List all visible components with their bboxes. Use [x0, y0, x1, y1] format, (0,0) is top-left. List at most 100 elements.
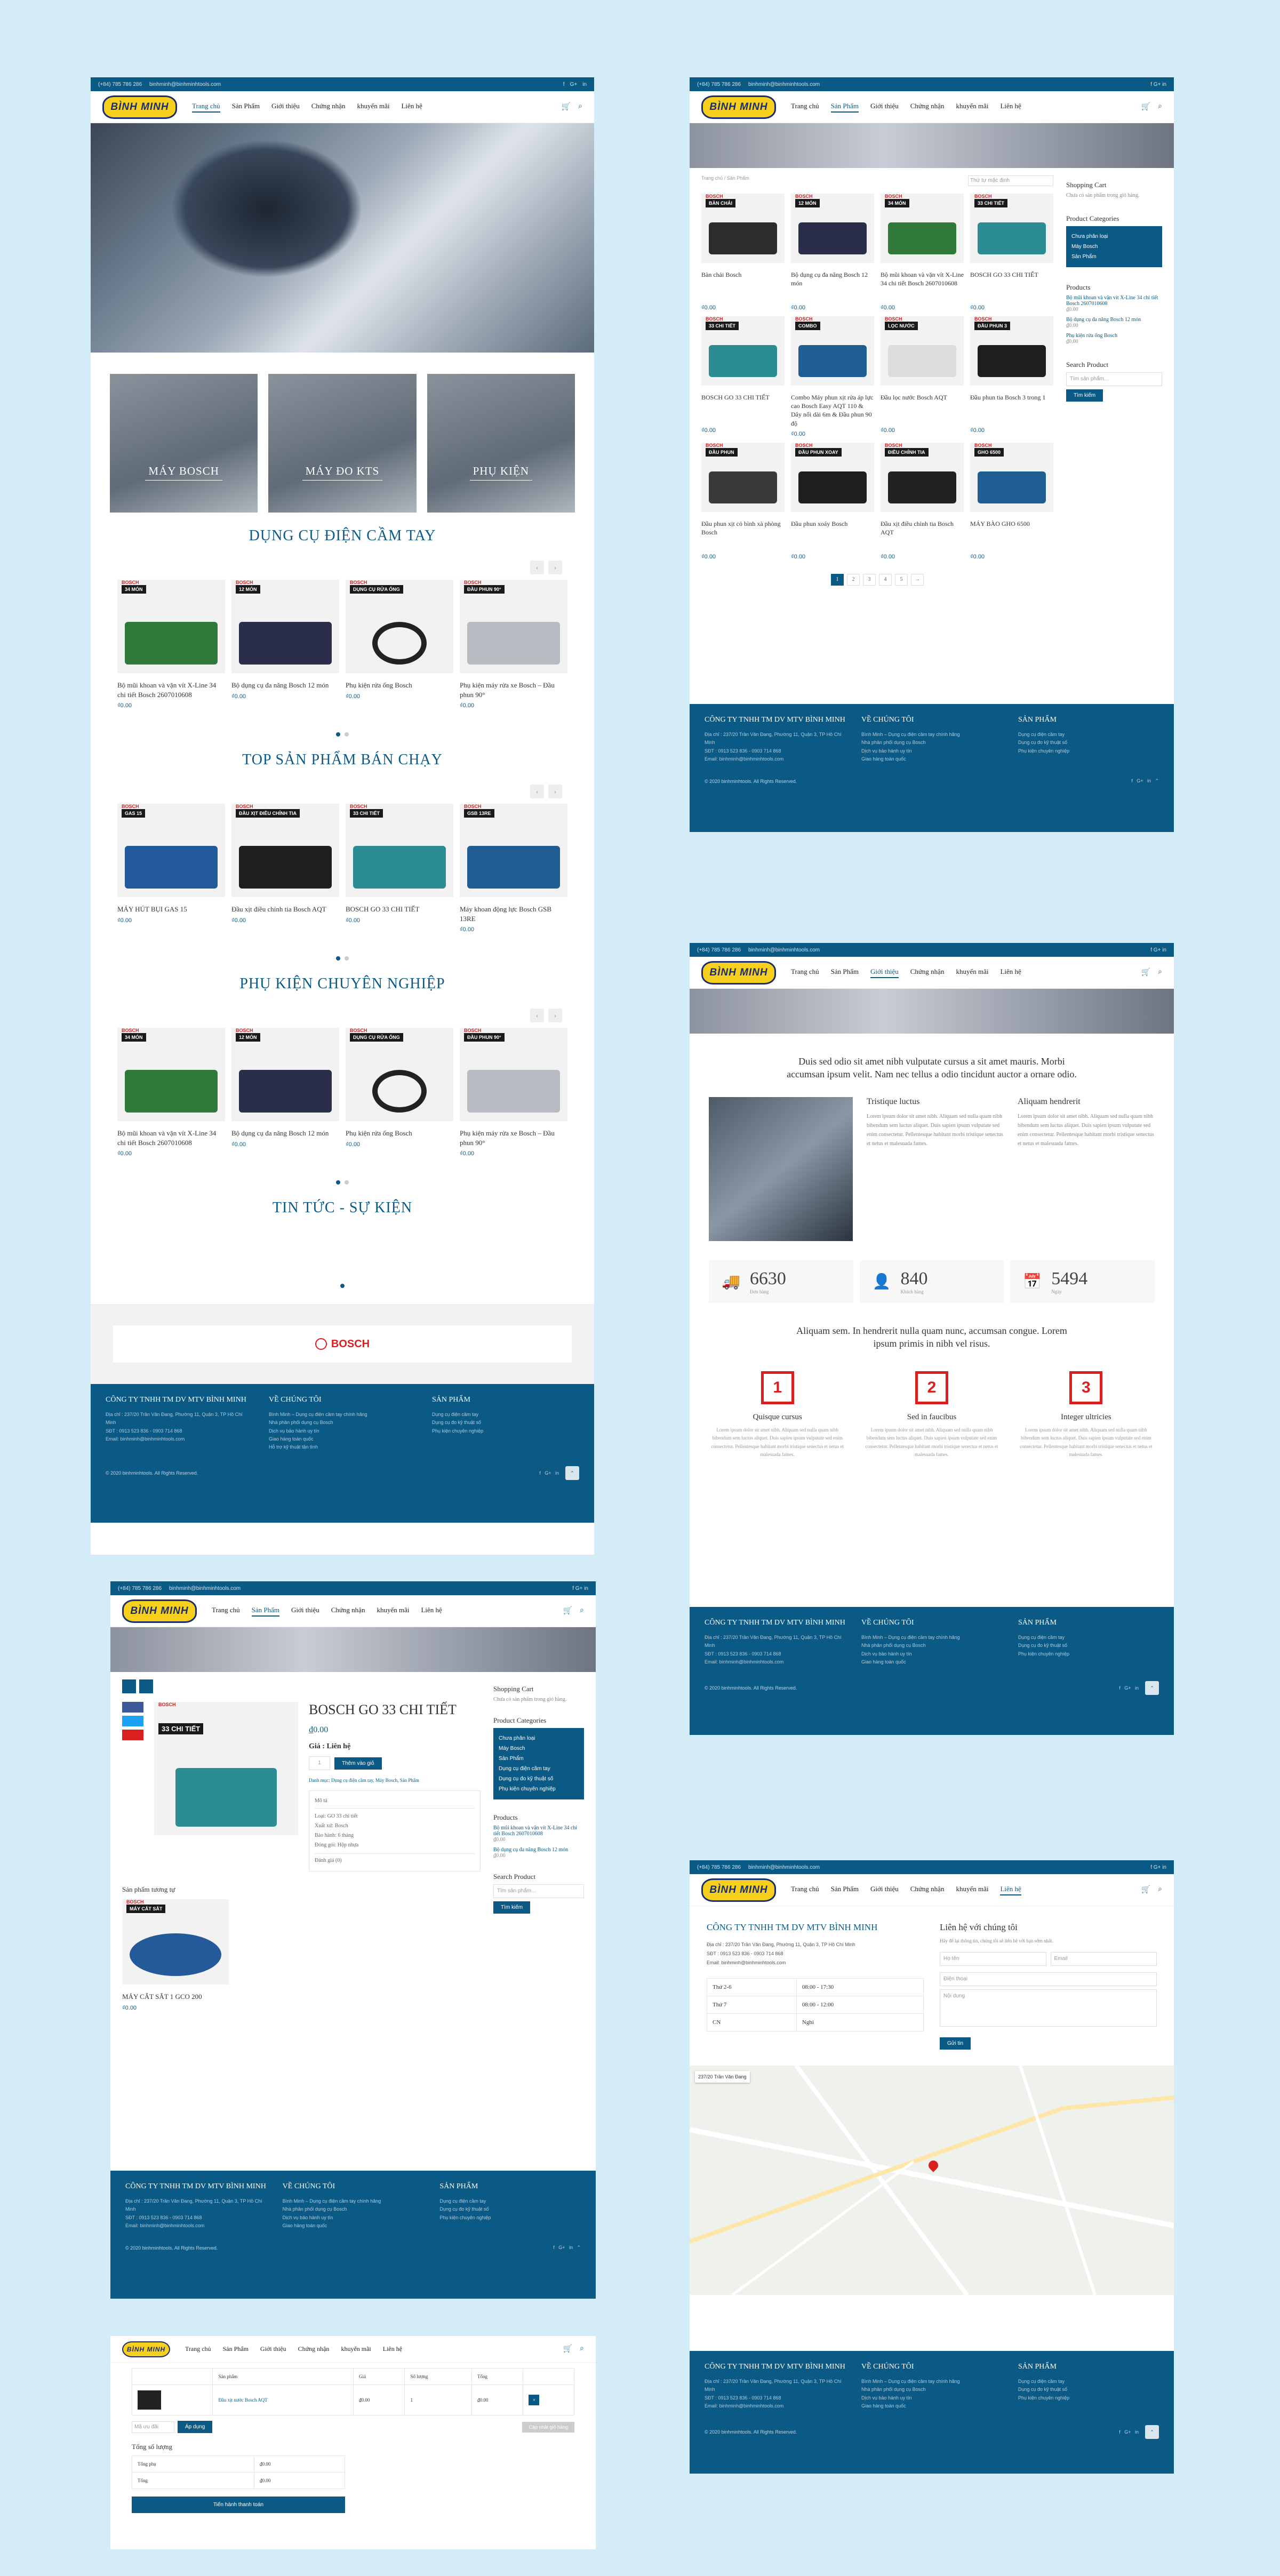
apply-coupon-button[interactable]: Áp dụng [178, 2421, 213, 2433]
cart-thumb[interactable] [138, 2390, 161, 2410]
menu-about[interactable]: Giới thiệu [870, 102, 899, 113]
footer-link[interactable]: Dịch vụ bảo hành uy tín [269, 1427, 416, 1435]
menu-promotions[interactable]: khuyến mãi [377, 1606, 409, 1617]
topbar-email[interactable]: binhminh@binhminhtools.com [149, 82, 221, 87]
footer-email[interactable]: Email: binhminh@binhminhtools.com [705, 2402, 845, 2410]
menu-home[interactable]: Trang chủ [185, 2345, 211, 2353]
footer-link[interactable]: Dịch vụ bảo hành uy tín [861, 747, 1002, 755]
menu-products[interactable]: Sản Phẩm [223, 2345, 249, 2353]
footer-link[interactable]: Dụng cụ đo kỹ thuật số [1018, 739, 1159, 747]
page-link[interactable]: 5 [895, 573, 908, 586]
footer-link[interactable]: Phụ kiện chuyên nghiệp [1018, 2394, 1159, 2402]
menu-certificates[interactable]: Chứng nhận [910, 102, 945, 113]
footer-link[interactable]: Dịch vụ bảo hành uy tín [861, 1650, 1002, 1658]
topbar-email[interactable]: binhminh@binhminhtools.com [748, 947, 820, 953]
product-card[interactable]: BOSCH GAS 15 MÁY HÚT BỤI GAS 15 ₫0.00 [117, 804, 225, 948]
category-link[interactable]: Chưa phân loại [499, 1733, 579, 1743]
menu-home[interactable]: Trang chủ [212, 1606, 240, 1617]
next-page-icon[interactable]: → [911, 573, 924, 586]
footer-link[interactable]: Giao hàng toàn quốc [861, 1658, 1002, 1666]
footer-link[interactable]: Bình Minh – Dụng cụ điện cầm tay chính h… [269, 1411, 416, 1419]
menu-about[interactable]: Giới thiệu [870, 967, 899, 978]
site-logo[interactable]: BÌNH MINH [701, 1878, 776, 1902]
menu-about[interactable]: Giới thiệu [260, 2345, 286, 2353]
footer-link[interactable]: Dụng cụ đo kỹ thuật số [432, 1419, 579, 1427]
footer-link[interactable]: Bình Minh – Dụng cụ điện cầm tay chính h… [861, 1634, 1002, 1642]
next-arrow-icon[interactable]: › [548, 785, 562, 798]
prev-arrow-icon[interactable]: ‹ [530, 561, 544, 574]
topbar-email[interactable]: binhminh@binhminhtools.com [748, 1865, 820, 1870]
cart-item-name[interactable]: Đầu xịt nước Bosch AQT [212, 2385, 354, 2415]
share-google-icon[interactable] [122, 1730, 143, 1740]
category-accessories[interactable]: PHỤ KIỆN [427, 374, 575, 513]
message-field[interactable]: Nội dung [940, 1989, 1157, 2027]
product-name[interactable]: Phụ kiện máy rửa xe Bosch – Đầu phun 90° [460, 681, 567, 699]
cart-icon[interactable]: 🛒 [563, 1606, 572, 1615]
product-name[interactable]: Đầu xịt điều chỉnh tia Bosch AQT [231, 905, 339, 914]
footer-link[interactable]: Nhà phân phối dụng cụ Bosch [861, 2386, 1002, 2394]
product-name[interactable]: Bộ mũi khoan và vặn vít X-Line 34 chi ti… [881, 270, 964, 301]
share-twitter-icon[interactable] [122, 1716, 143, 1726]
footer-link[interactable]: Nhà phân phối dụng cụ Bosch [861, 1642, 1002, 1650]
menu-about[interactable]: Giới thiệu [870, 1885, 899, 1895]
footer-link[interactable]: Dịch vụ bảo hành uy tín [283, 2214, 424, 2222]
product-card[interactable]: BOSCH ĐẦU PHUN 90° Phụ kiện máy rửa xe Bos… [460, 1028, 567, 1172]
topbar-email[interactable]: binhminh@binhminhtools.com [169, 1586, 241, 1591]
tab-description[interactable]: Mô tả [315, 1796, 475, 1809]
footer-link[interactable]: Bình Minh – Dụng cụ điện cầm tay chính h… [283, 2197, 424, 2205]
product-search-input[interactable]: Tìm sản phẩm… [1066, 372, 1162, 386]
product-card[interactable]: BOSCH 34 MÓN Bộ mũi khoan và vặn vít X-Lin… [117, 1028, 225, 1172]
category-link[interactable]: Máy Bosch [499, 1743, 579, 1754]
menu-certificates[interactable]: Chứng nhận [910, 1885, 945, 1895]
partner-logo[interactable]: BOSCH [331, 1338, 370, 1350]
footer-link[interactable]: Dịch vụ bảo hành uy tín [861, 2394, 1002, 2402]
menu-contact[interactable]: Liên hệ [1000, 102, 1021, 113]
footer-link[interactable]: Dụng cụ điện cầm tay [1018, 1634, 1159, 1642]
product-search-button[interactable]: Tìm kiếm [493, 1901, 531, 1914]
product-name[interactable]: Bộ mũi khoan và vặn vít X-Line 34 chi ti… [117, 1129, 225, 1147]
social-icons[interactable]: f G+ in [1150, 82, 1166, 87]
scroll-top-icon[interactable]: ⌃ [1145, 2425, 1159, 2439]
menu-contact[interactable]: Liên hệ [401, 102, 422, 113]
footer-link[interactable]: Dụng cụ đo kỹ thuật số [1018, 1642, 1159, 1650]
remove-item-icon[interactable]: × [529, 2395, 540, 2405]
product-name[interactable]: BOSCH GO 33 CHI TIẾT [701, 393, 785, 424]
share-facebook-icon[interactable] [122, 1702, 143, 1713]
social-icons[interactable]: f G+ in [1150, 947, 1166, 953]
search-icon[interactable]: ⌕ [580, 2345, 584, 2354]
category-link[interactable]: Phụ kiện chuyên nghiệp [499, 1784, 579, 1794]
add-to-cart-button[interactable]: Thêm vào giỏ [334, 1757, 382, 1770]
page-link[interactable]: 4 [879, 573, 892, 586]
category-bosch[interactable]: MÁY BOSCH [110, 374, 258, 513]
product-card[interactable]: BOSCH 12 MÓN Bộ dụng cụ đa năng Bosch 12 m… [791, 194, 874, 311]
footer-link[interactable]: Bình Minh – Dụng cụ điện cầm tay chính h… [861, 2378, 1002, 2386]
footer-link[interactable]: Phụ kiện chuyên nghiệp [432, 1427, 579, 1435]
contact-email[interactable]: Email: binhminh@binhminhtools.com [707, 1958, 924, 1967]
menu-promotions[interactable]: khuyến mãi [341, 2345, 371, 2353]
page-link[interactable]: 2 [847, 573, 860, 586]
sort-select[interactable]: Thứ tự mặc định [968, 175, 1053, 186]
sidebar-product-link[interactable]: Phụ kiện rửa ống Bosch [1066, 333, 1162, 339]
footer-link[interactable]: Giao hàng toàn quốc [861, 2402, 1002, 2410]
scroll-top-icon[interactable]: ⌃ [565, 1466, 579, 1481]
menu-promotions[interactable]: khuyến mãi [956, 967, 988, 978]
sidebar-product-link[interactable]: Bộ dụng cụ đa năng Bosch 12 món [493, 1847, 584, 1853]
product-card[interactable]: BOSCH ĐẦU PHUN 3 Đầu phun tia Bosch 3 tron… [970, 316, 1053, 437]
footer-email[interactable]: Email: binhminh@binhminhtools.com [106, 1435, 253, 1443]
prev-product-icon[interactable] [122, 1679, 136, 1693]
cart-icon[interactable]: 🛒 [1141, 968, 1150, 977]
menu-products[interactable]: Sản Phẩm [831, 1885, 859, 1895]
footer-link[interactable]: Dụng cụ điện cầm tay [1018, 2378, 1159, 2386]
sidebar-product-link[interactable]: Bộ dụng cụ đa năng Bosch 12 món [1066, 317, 1162, 323]
category-link[interactable]: Dụng cụ đo kỹ thuật số [499, 1774, 579, 1784]
cart-icon[interactable]: 🛒 [1141, 102, 1150, 111]
product-card[interactable]: BOSCH 33 CHI TIẾT BOSCH GO 33 CHI TIẾT ₫0.0… [701, 316, 785, 437]
facebook-icon[interactable]: f [563, 82, 565, 87]
product-name[interactable]: Combo Máy phun xịt rửa áp lực cao Bosch … [791, 393, 874, 428]
product-card[interactable]: BOSCH DỤNG CỤ RỬA ỐNG Phụ kiện rửa ống Bos… [346, 580, 453, 724]
search-icon[interactable]: ⌕ [578, 102, 582, 111]
menu-home[interactable]: Trang chủ [192, 102, 220, 113]
product-name[interactable]: Bộ mũi khoan và vặn vít X-Line 34 chi ti… [117, 681, 225, 699]
footer-link[interactable]: Dụng cụ đo kỹ thuật số [439, 2205, 581, 2213]
product-card[interactable]: BOSCH ĐẦU XỊT ĐIỀU CHỈNH TIA Đầu xịt điều … [231, 804, 339, 948]
